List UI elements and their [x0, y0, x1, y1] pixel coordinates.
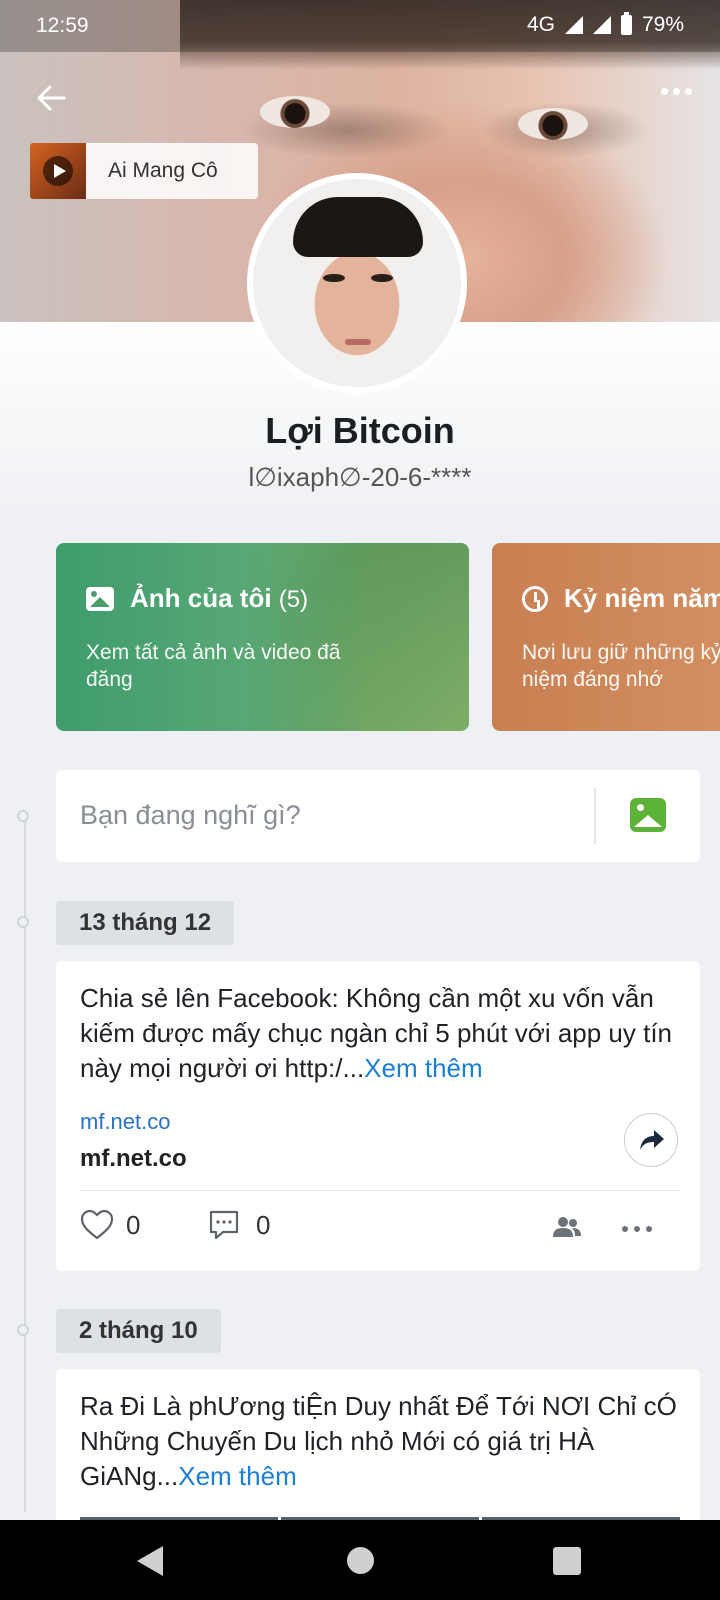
- avatar[interactable]: [247, 173, 467, 393]
- more-dots-icon: [661, 88, 668, 95]
- share-button[interactable]: [624, 1113, 678, 1167]
- post-text: Ra Đi Là phƯơng tiỆn Duy nhất Để Tới NƠI…: [80, 1391, 677, 1491]
- post-options-icon[interactable]: [622, 1226, 652, 1232]
- more-options-button[interactable]: [661, 88, 692, 95]
- nav-recents-icon[interactable]: [553, 1547, 581, 1575]
- my-photos-desc: Xem tất cả ảnh và video đã đăng: [86, 641, 341, 691]
- wifi-signal-icon: [564, 16, 583, 34]
- music-album-art: [30, 143, 86, 199]
- timeline-dot: [17, 1324, 29, 1336]
- memories-card[interactable]: Kỷ niệm năm Nơi lưu giữ những kỷ niệm đá…: [492, 543, 720, 731]
- clock-icon: [522, 585, 548, 612]
- network-type: 4G: [526, 13, 555, 36]
- music-title: Ai Mang Cô: [108, 159, 218, 182]
- timeline-dot: [17, 810, 29, 822]
- date-chip: 13 tháng 12: [56, 901, 235, 945]
- status-icons: 4G 79%: [526, 12, 684, 37]
- cell-signal-icon: [592, 16, 611, 34]
- nav-back-icon[interactable]: [137, 1546, 163, 1576]
- my-photos-card[interactable]: Ảnh của tôi (5) Xem tất cả ảnh và video …: [56, 543, 469, 731]
- memories-desc: Nơi lưu giữ những kỷ niệm đáng nhớ: [522, 641, 720, 691]
- post-text: Chia sẻ lên Facebook: Không cần một xu v…: [80, 983, 673, 1083]
- image-icon: [86, 586, 114, 611]
- timeline-dot: [17, 916, 29, 928]
- avatar-photo: [253, 179, 461, 387]
- heart-icon: [80, 1209, 114, 1240]
- like-count: 0: [126, 1209, 141, 1240]
- add-photo-icon[interactable]: [630, 798, 666, 832]
- nav-home-icon[interactable]: [347, 1547, 374, 1574]
- memories-title: Kỷ niệm năm: [564, 583, 720, 613]
- back-arrow-icon: [37, 85, 66, 111]
- share-arrow-icon: [640, 1130, 664, 1150]
- comment-count: 0: [256, 1209, 271, 1240]
- my-photos-count: (5): [278, 586, 309, 613]
- see-more-link[interactable]: Xem thêm: [178, 1461, 297, 1491]
- profile-music-chip[interactable]: Ai Mang Cô: [30, 143, 258, 199]
- status-bar: 12:59 4G 79%: [0, 0, 720, 52]
- like-button[interactable]: 0: [80, 1209, 140, 1241]
- see-more-link[interactable]: Xem thêm: [364, 1053, 483, 1083]
- cover-eye-left: [260, 96, 330, 128]
- battery-level: 79%: [641, 13, 684, 36]
- post-actions: 0 0: [80, 1209, 680, 1249]
- post-separator: [80, 1190, 680, 1191]
- memories-header: Kỷ niệm năm: [522, 583, 720, 614]
- post-composer[interactable]: Bạn đang nghĩ gì?: [56, 770, 700, 862]
- status-time: 12:59: [36, 14, 89, 37]
- date-chip: 2 tháng 10: [56, 1309, 221, 1353]
- comment-button[interactable]: 0: [208, 1209, 270, 1241]
- composer-placeholder[interactable]: Bạn đang nghĩ gì?: [80, 800, 301, 831]
- my-photos-header: Ảnh của tôi (5): [86, 583, 308, 614]
- comment-icon: [209, 1210, 239, 1240]
- my-photos-title: Ảnh của tôi: [130, 583, 272, 613]
- link-preview-title[interactable]: mf.net.co: [80, 1145, 187, 1173]
- post-card[interactable]: Ra Đi Là phƯơng tiỆn Duy nhất Để Tới NƠI…: [56, 1369, 700, 1539]
- battery-icon: [620, 12, 632, 35]
- post-card[interactable]: Chia sẻ lên Facebook: Không cần một xu v…: [56, 961, 700, 1271]
- link-preview-url[interactable]: mf.net.co: [80, 1109, 170, 1135]
- back-button[interactable]: [34, 80, 70, 116]
- privacy-friends-icon[interactable]: [552, 1215, 582, 1246]
- profile-username: l∅ixaph∅-20-6-****: [248, 462, 472, 492]
- profile-name: Lợi Bitcoin: [265, 410, 455, 451]
- system-nav-bar: [0, 1520, 720, 1600]
- composer-divider: [594, 788, 596, 844]
- play-icon[interactable]: [43, 156, 73, 186]
- cover-eye-right: [518, 108, 588, 140]
